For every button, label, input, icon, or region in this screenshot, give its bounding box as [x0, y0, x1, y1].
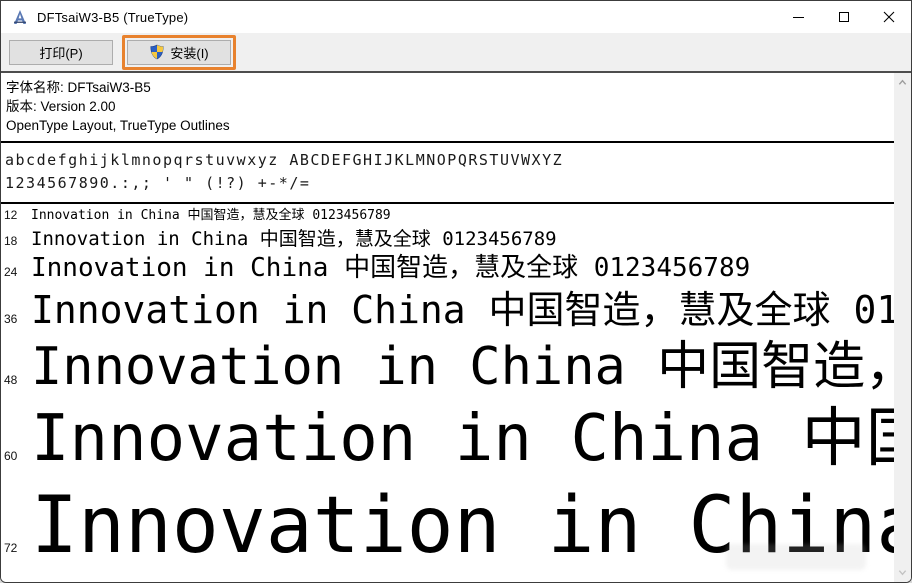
- window-title: DFTsaiW3-B5 (TrueType): [37, 10, 188, 25]
- fontview-a-icon: [11, 8, 29, 26]
- font-info-section: 字体名称: DFTsaiW3-B5 版本: Version 2.00 OpenT…: [1, 73, 894, 141]
- numerals-line: 1234567890.:,; ' " (!?) +-*/=: [5, 172, 894, 195]
- install-button-label: 安装(I): [170, 43, 208, 62]
- size-preview-section: 12 Innovation in China 中国智造，慧及全球 0123456…: [1, 204, 894, 582]
- maximize-icon: [839, 12, 849, 22]
- window-controls: [776, 1, 911, 33]
- preview-row-48: 48 Innovation in China 中国智造，慧及全球 0123456…: [1, 335, 894, 400]
- chevron-up-icon[interactable]: [898, 78, 907, 87]
- preview-row-60: 60 Innovation in China 中国智造，慧及全球 0123456…: [1, 400, 894, 478]
- chevron-down-icon[interactable]: [898, 568, 907, 577]
- preview-text: Innovation in China 中国智造，慧及全球 0123456789: [31, 400, 894, 478]
- size-label: 72: [1, 541, 31, 555]
- install-button[interactable]: 安装(I): [127, 40, 231, 65]
- alphabet-line: abcdefghijklmnopqrstuvwxyz ABCDEFGHIJKLM…: [5, 149, 894, 172]
- toolbar: 打印(P) 安装(I): [1, 33, 911, 71]
- size-label: 60: [1, 449, 31, 463]
- font-version-line: 版本: Version 2.00: [6, 97, 894, 116]
- preview-text: Innovation in China 中国智造，慧及全球 0123456789: [31, 226, 557, 252]
- preview-row-12: 12 Innovation in China 中国智造，慧及全球 0123456…: [1, 206, 894, 226]
- alphabet-sample-section: abcdefghijklmnopqrstuvwxyz ABCDEFGHIJKLM…: [1, 143, 894, 202]
- font-name-line: 字体名称: DFTsaiW3-B5: [6, 78, 894, 97]
- close-button[interactable]: [866, 1, 911, 33]
- uac-shield-icon: [149, 44, 165, 60]
- preview-row-36: 36 Innovation in China 中国智造，慧及全球 0123456…: [1, 285, 894, 335]
- size-label: 24: [1, 265, 31, 279]
- content-area: 字体名称: DFTsaiW3-B5 版本: Version 2.00 OpenT…: [1, 73, 911, 582]
- print-button-label: 打印(P): [39, 43, 82, 62]
- maximize-button[interactable]: [821, 1, 866, 33]
- size-label: 12: [1, 208, 31, 222]
- title-bar[interactable]: DFTsaiW3-B5 (TrueType): [1, 1, 911, 33]
- preview-text: Innovation in China 中国智造，慧及全球 0123456789: [31, 335, 894, 400]
- install-highlight-annotation: 安装(I): [122, 35, 236, 70]
- minimize-icon: [793, 17, 804, 18]
- size-label: 36: [1, 312, 31, 326]
- preview-row-18: 18 Innovation in China 中国智造，慧及全球 0123456…: [1, 226, 894, 252]
- preview-row-24: 24 Innovation in China 中国智造，慧及全球 0123456…: [1, 252, 894, 285]
- preview-text: Innovation in China 中国智造，慧及全球 0123456789: [31, 285, 894, 335]
- print-button[interactable]: 打印(P): [9, 40, 113, 65]
- font-preview-pane: 字体名称: DFTsaiW3-B5 版本: Version 2.00 OpenT…: [1, 73, 894, 582]
- font-outline-line: OpenType Layout, TrueType Outlines: [6, 116, 894, 135]
- vertical-scrollbar[interactable]: [894, 73, 911, 582]
- size-label: 48: [1, 373, 31, 387]
- preview-text: Innovation in China 中国智造，慧及全球 0123456789: [31, 252, 750, 285]
- watermark-smudge: [726, 544, 866, 570]
- preview-text: Innovation in China 中国智造，慧及全球 0123456789: [31, 206, 391, 226]
- size-label: 18: [1, 234, 31, 248]
- font-viewer-window: DFTsaiW3-B5 (TrueType) 打印(P): [0, 0, 912, 583]
- minimize-button[interactable]: [776, 1, 821, 33]
- close-icon: [883, 11, 895, 23]
